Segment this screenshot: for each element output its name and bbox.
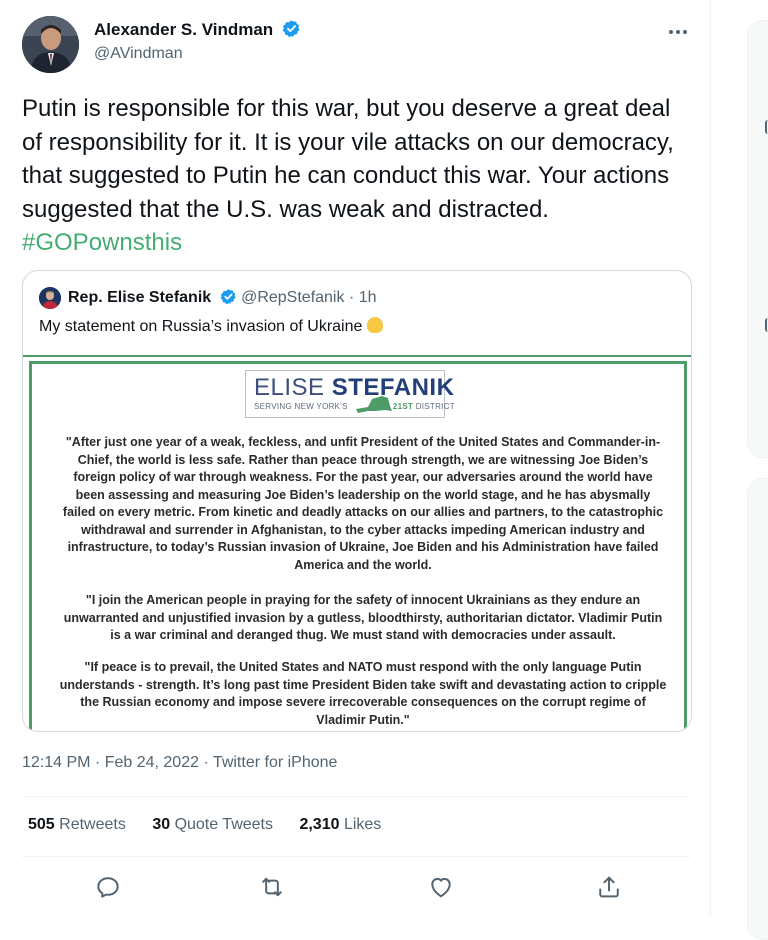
engagement-stats: 505 Retweets 30 Quote Tweets 2,310 Likes bbox=[28, 816, 403, 834]
pointing-down-emoji-icon bbox=[367, 317, 384, 333]
share-icon[interactable] bbox=[595, 873, 623, 901]
quoted-avatar-image bbox=[39, 287, 61, 309]
tweet-detail: Alexander S. Vindman @AVindman Putin is … bbox=[0, 0, 710, 916]
quote-tweets-stat[interactable]: 30 Quote Tweets bbox=[152, 816, 273, 833]
likes-stat[interactable]: 2,310 Likes bbox=[299, 816, 381, 833]
stefanik-logo: ELISE STEFANIK SERVING NEW YORK'S 21ST D… bbox=[245, 370, 455, 418]
hashtag-link[interactable]: #GOPownsthis bbox=[22, 229, 182, 256]
logo-district-label: DISTRICT bbox=[415, 402, 455, 411]
quoted-author-avatar[interactable] bbox=[39, 287, 61, 309]
statement-paragraph-3: "If peace is to prevail, the United Stat… bbox=[59, 660, 667, 727]
like-icon[interactable] bbox=[427, 873, 455, 901]
sidebar-panel bbox=[747, 20, 768, 458]
logo-first-name: ELISE bbox=[254, 374, 325, 401]
quoted-text-body: My statement on Russia’s invasion of Ukr… bbox=[39, 318, 363, 335]
author-avatar-image bbox=[22, 16, 79, 73]
logo-district-number: 21ST bbox=[392, 402, 414, 411]
retweets-stat[interactable]: 505 Retweets bbox=[28, 816, 126, 833]
author-name[interactable]: Alexander S. Vindman bbox=[94, 19, 301, 41]
verified-badge-icon bbox=[282, 20, 300, 38]
likes-count: 2,310 bbox=[299, 816, 340, 833]
more-icon[interactable] bbox=[668, 22, 694, 40]
retweets-label: Retweets bbox=[59, 816, 126, 833]
statement-paragraph-1: "After just one year of a weak, feckless… bbox=[62, 435, 664, 572]
retweets-count: 505 bbox=[28, 816, 55, 833]
reply-icon[interactable] bbox=[94, 873, 122, 901]
author-name-text: Alexander S. Vindman bbox=[94, 20, 274, 39]
quoted-time: · 1h bbox=[348, 289, 377, 306]
statement-paragraph-2: "I join the American people in praying f… bbox=[63, 593, 663, 642]
quoted-text: My statement on Russia’s invasion of Ukr… bbox=[39, 317, 384, 336]
statement-image[interactable]: ELISE STEFANIK SERVING NEW YORK'S 21ST D… bbox=[23, 355, 691, 731]
quoted-author-name[interactable]: Rep. Elise Stefanik bbox=[68, 289, 211, 306]
logo-sub-prefix: SERVING NEW YORK'S bbox=[254, 402, 348, 411]
tweet-timestamp[interactable]: 12:14 PM · Feb 24, 2022 · Twitter for iP… bbox=[22, 754, 337, 772]
likes-label: Likes bbox=[343, 816, 382, 833]
divider bbox=[22, 796, 690, 797]
quoted-verified-icon bbox=[220, 289, 236, 305]
tweet-body: Putin is responsible for this war, but y… bbox=[22, 95, 674, 223]
divider bbox=[22, 856, 690, 857]
quote-tweets-label: Quote Tweets bbox=[174, 816, 273, 833]
sidebar-panel bbox=[747, 478, 768, 940]
author-handle[interactable]: @AVindman bbox=[94, 45, 183, 63]
column-divider bbox=[710, 0, 711, 916]
quoted-tweet[interactable]: Rep. Elise Stefanik @RepStefanik · 1h My… bbox=[22, 270, 692, 732]
tweet-text: Putin is responsible for this war, but y… bbox=[22, 92, 692, 260]
author-avatar[interactable] bbox=[22, 16, 79, 73]
retweet-icon[interactable] bbox=[258, 873, 286, 901]
quoted-author-handle[interactable]: @RepStefanik bbox=[241, 289, 344, 306]
quote-tweets-count: 30 bbox=[152, 816, 171, 833]
statement-frame: ELISE STEFANIK SERVING NEW YORK'S 21ST D… bbox=[29, 361, 687, 731]
logo-subtitle: SERVING NEW YORK'S 21ST DISTRICT bbox=[254, 402, 455, 411]
quoted-author: Rep. Elise Stefanik @RepStefanik · 1h bbox=[68, 288, 377, 307]
